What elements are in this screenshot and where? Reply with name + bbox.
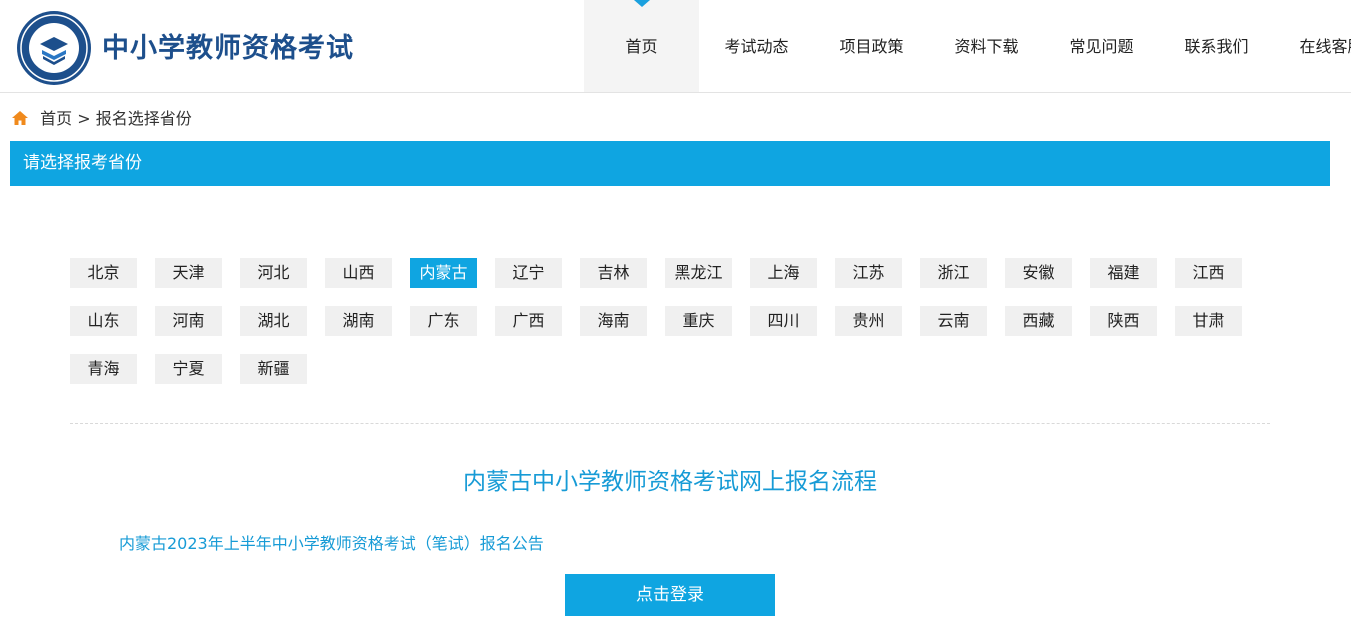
province-button-zhejiang[interactable]: 浙江 [920, 258, 987, 288]
province-button-qinghai[interactable]: 青海 [70, 354, 137, 384]
nav-item-label: 在线客服 [1299, 37, 1351, 56]
breadcrumb-home-link[interactable]: 首页 [40, 109, 72, 128]
province-button-gansu[interactable]: 甘肃 [1175, 306, 1242, 336]
nav-item-home[interactable]: 首页 [584, 0, 699, 92]
province-button-liaoning[interactable]: 辽宁 [495, 258, 562, 288]
nav-item-label: 资料下载 [954, 37, 1019, 56]
province-button-yunnan[interactable]: 云南 [920, 306, 987, 336]
province-button-jilin[interactable]: 吉林 [580, 258, 647, 288]
login-button[interactable]: 点击登录 [565, 574, 775, 616]
province-button-henan[interactable]: 河南 [155, 306, 222, 336]
nav-item-faq[interactable]: 常见问题 [1044, 0, 1159, 92]
province-button-jiangxi[interactable]: 江西 [1175, 258, 1242, 288]
province-button-fujian[interactable]: 福建 [1090, 258, 1157, 288]
province-button-sichuan[interactable]: 四川 [750, 306, 817, 336]
province-button-neimenggu[interactable]: 内蒙古 [410, 258, 477, 288]
main-nav: 首页 考试动态 项目政策 资料下载 常见问题 联系我们 在线客服 [584, 0, 1351, 92]
province-button-jiangsu[interactable]: 江苏 [835, 258, 902, 288]
province-button-guangxi[interactable]: 广西 [495, 306, 562, 336]
province-button-anhui[interactable]: 安徽 [1005, 258, 1072, 288]
site-header: 中小学教师资格考试 首页 考试动态 项目政策 资料下载 常见问题 联系我们 在线… [0, 0, 1351, 93]
province-button-hunan[interactable]: 湖南 [325, 306, 392, 336]
province-button-heilongjiang[interactable]: 黑龙江 [665, 258, 732, 288]
nav-item-downloads[interactable]: 资料下载 [929, 0, 1044, 92]
section-title: 请选择报考省份 [23, 153, 142, 173]
nav-item-label: 项目政策 [839, 37, 904, 56]
breadcrumb-current: 报名选择省份 [95, 109, 192, 128]
registration-notice-link[interactable]: 内蒙古2023年上半年中小学教师资格考试（笔试）报名公告 [119, 530, 544, 554]
site-title[interactable]: 中小学教师资格考试 [102, 26, 354, 65]
nav-item-exam-news[interactable]: 考试动态 [699, 0, 814, 92]
teacher-exam-emblem-icon[interactable] [16, 10, 92, 86]
nav-item-label: 考试动态 [724, 37, 789, 56]
province-button-xinjiang[interactable]: 新疆 [240, 354, 307, 384]
section-title-bar: 请选择报考省份 [10, 141, 1330, 186]
nav-item-contact[interactable]: 联系我们 [1159, 0, 1274, 92]
active-caret-icon [633, 0, 650, 7]
breadcrumb-separator: > [77, 109, 91, 128]
section-divider [70, 423, 1270, 424]
province-button-shanghai[interactable]: 上海 [750, 258, 817, 288]
nav-item-label: 首页 [625, 37, 658, 56]
registration-flow-title: 内蒙古中小学教师资格考试网上报名流程 [463, 469, 877, 495]
province-button-ningxia[interactable]: 宁夏 [155, 354, 222, 384]
province-button-guizhou[interactable]: 贵州 [835, 306, 902, 336]
home-icon [12, 111, 28, 125]
nav-item-label: 联系我们 [1184, 37, 1249, 56]
nav-item-online-service[interactable]: 在线客服 [1274, 0, 1351, 92]
province-button-guangdong[interactable]: 广东 [410, 306, 477, 336]
province-button-xizang[interactable]: 西藏 [1005, 306, 1072, 336]
nav-item-label: 常见问题 [1069, 37, 1134, 56]
province-button-chongqing[interactable]: 重庆 [665, 306, 732, 336]
province-button-hainan[interactable]: 海南 [580, 306, 647, 336]
province-button-hubei[interactable]: 湖北 [240, 306, 307, 336]
province-button-shaanxi[interactable]: 陕西 [1090, 306, 1157, 336]
province-button-beijing[interactable]: 北京 [70, 258, 137, 288]
province-button-tianjin[interactable]: 天津 [155, 258, 222, 288]
nav-item-policy[interactable]: 项目政策 [814, 0, 929, 92]
province-button-hebei[interactable]: 河北 [240, 258, 307, 288]
province-button-shanxi[interactable]: 山西 [325, 258, 392, 288]
province-button-shandong[interactable]: 山东 [70, 306, 137, 336]
breadcrumb: 首页 > 报名选择省份 [11, 105, 192, 129]
